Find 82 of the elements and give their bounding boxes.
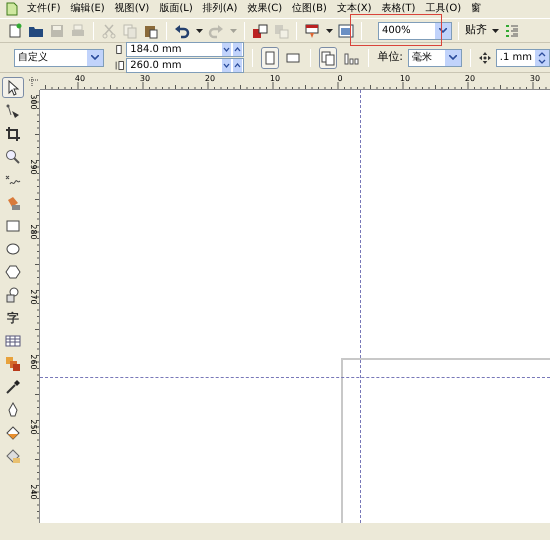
eyedropper-icon	[5, 378, 21, 394]
bucket-icon	[5, 194, 21, 210]
undo-icon	[174, 22, 190, 38]
export-icon	[273, 22, 289, 38]
pointer-tool-button[interactable]	[2, 77, 24, 98]
height-icon	[115, 60, 124, 71]
units-dropdown[interactable]: 毫米	[408, 48, 462, 66]
import-button[interactable]	[251, 22, 269, 40]
ruler-label: 40	[74, 75, 86, 83]
ruler-label: 20	[464, 75, 476, 83]
menu-item[interactable]: 文本(X)	[332, 0, 376, 18]
magnifier-icon	[5, 148, 21, 164]
screen-icon	[338, 22, 354, 38]
menu-item[interactable]: 位图(B)	[287, 0, 332, 18]
menu-item[interactable]: 效果(C)	[242, 0, 288, 18]
shapes-icon	[5, 286, 21, 302]
rectangle-icon	[5, 218, 21, 234]
ruler-label: 280	[29, 224, 37, 240]
units-label: 单位:	[377, 49, 403, 66]
options-icon	[504, 22, 520, 38]
cut-icon	[101, 22, 117, 38]
screen-button[interactable]	[337, 22, 355, 40]
ruler-label: 10	[270, 75, 280, 83]
menu-item[interactable]: 编辑(E)	[66, 0, 110, 18]
launcher-icon	[304, 22, 320, 38]
guide-line[interactable]	[360, 90, 361, 523]
ruler-label: 10	[400, 75, 410, 83]
caret-icon	[492, 28, 498, 32]
copy-icon	[122, 22, 138, 38]
guide-line[interactable]	[40, 377, 550, 378]
caret-icon	[326, 28, 332, 32]
redo-icon	[208, 22, 224, 38]
width-icon	[115, 44, 124, 55]
ruler-label: 250	[29, 419, 37, 435]
menu-item[interactable]: 文件(F)	[22, 0, 66, 18]
ruler-label: 290	[29, 159, 37, 175]
ruler-label: 240	[29, 484, 37, 500]
menu-item[interactable]: 版面(L)	[154, 0, 198, 18]
caret-icon	[448, 55, 457, 60]
page-size-dropdown[interactable]: 自定义	[14, 48, 104, 66]
ruler-label: 20	[204, 75, 216, 83]
import-icon	[252, 22, 268, 38]
ruler-label: 0	[337, 75, 343, 83]
snap-button[interactable]: 贴齐	[465, 22, 487, 40]
spin-arrows-icon	[221, 58, 244, 72]
spin-arrows-icon	[538, 52, 546, 64]
save-icon	[49, 22, 65, 38]
shape-tool-icon	[5, 102, 21, 118]
caret-icon	[196, 28, 202, 32]
all-pages-icon	[320, 50, 336, 66]
caret-icon	[91, 55, 100, 60]
crop-icon	[5, 126, 21, 142]
launcher-button[interactable]	[303, 22, 321, 40]
polygon-icon	[5, 264, 21, 280]
gradient-bucket-icon	[5, 448, 21, 464]
ruler-label: 260	[29, 354, 37, 370]
print-icon	[70, 22, 86, 38]
caret-icon	[439, 28, 447, 33]
nudge-field[interactable]: .1 mm	[496, 48, 550, 66]
text-tool-button[interactable]: 字	[2, 307, 24, 328]
spin-arrows-icon	[221, 42, 244, 56]
width-field[interactable]: 184.0 mm	[126, 42, 244, 57]
ruler-label: 270	[29, 289, 37, 305]
nudge-icon	[478, 52, 491, 64]
ellipse-icon	[5, 240, 21, 256]
ruler-label: 300	[29, 94, 37, 110]
menu-item[interactable]: 窗	[466, 0, 486, 18]
table-icon	[5, 332, 21, 348]
menu-item[interactable]: 表格(T)	[376, 0, 420, 18]
blend-icon	[5, 356, 21, 372]
app-logo-icon	[6, 2, 18, 16]
caret-icon	[230, 28, 236, 32]
ruler-label: 30	[140, 75, 150, 83]
menu-item[interactable]: 视图(V)	[110, 0, 154, 18]
new-document-icon	[7, 22, 23, 38]
zoom-level-dropdown[interactable]: 400%	[378, 22, 452, 40]
menu-item[interactable]: 排列(A)	[198, 0, 242, 18]
menu-item[interactable]: 工具(O)	[420, 0, 466, 18]
portrait-button[interactable]	[261, 46, 280, 68]
all-pages-button[interactable]	[319, 46, 338, 68]
ruler-label: 30	[530, 75, 540, 83]
fill-bucket-icon	[5, 424, 21, 440]
